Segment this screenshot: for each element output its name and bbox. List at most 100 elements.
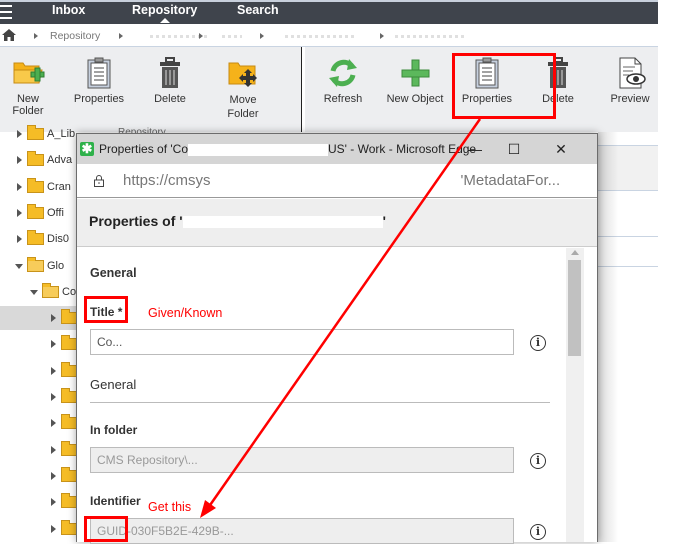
tree-row[interactable]: Adva	[0, 148, 78, 172]
home-icon[interactable]	[2, 29, 16, 41]
properties-label: Properties	[73, 93, 125, 105]
folder-icon	[27, 230, 44, 246]
address-bar[interactable]: https://cmsys 'MetadataFor...	[77, 164, 597, 198]
tree-row[interactable]: Glo	[0, 254, 78, 278]
maximize-button[interactable]: ☐	[504, 139, 524, 159]
tab-search[interactable]: Search	[237, 3, 279, 17]
preview-icon	[613, 57, 647, 89]
in-folder-input[interactable]: CMS Repository\...	[90, 447, 514, 473]
tree-row[interactable]	[0, 517, 78, 541]
preview-label: Preview	[610, 93, 650, 105]
breadcrumb-item-redacted[interactable]	[395, 30, 465, 42]
expand-arrow-icon[interactable]	[51, 340, 56, 349]
expand-arrow-icon[interactable]	[17, 208, 22, 217]
clipboard-icon	[82, 57, 116, 89]
tree-row[interactable]	[0, 411, 78, 435]
refresh-button[interactable]: Refresh	[320, 57, 366, 105]
window-title-bar: ✱ Properties of 'Co US' - Work - Microsof…	[77, 134, 597, 164]
open-folder-icon	[42, 282, 59, 298]
new-folder-icon	[11, 57, 45, 89]
annotation-box-title	[84, 296, 128, 323]
tree-row[interactable]: A_Lib	[0, 122, 78, 146]
expand-arrow-icon[interactable]	[51, 419, 56, 428]
breadcrumb-separator-icon	[34, 33, 38, 39]
close-button[interactable]: ✕	[551, 139, 571, 159]
collapse-arrow-icon[interactable]	[15, 263, 23, 269]
info-icon[interactable]: i	[530, 335, 546, 351]
tree-row[interactable]	[0, 490, 78, 514]
tree-row[interactable]: Cran	[0, 175, 78, 199]
tree-label: Adva	[47, 154, 73, 167]
move-folder-button[interactable]: Move Folder	[216, 57, 270, 121]
tree-row[interactable]: Co	[0, 280, 78, 304]
tree-row[interactable]	[0, 359, 78, 383]
scroll-up-icon[interactable]	[571, 250, 579, 255]
expand-arrow-icon[interactable]	[51, 393, 56, 401]
title-value: Co...	[97, 335, 123, 349]
tree-row[interactable]	[0, 306, 78, 331]
tree-label: A_Lib	[47, 128, 76, 140]
expand-arrow-icon[interactable]	[17, 182, 22, 191]
expand-arrow-icon[interactable]	[17, 235, 22, 244]
properties-button-left[interactable]: Properties	[70, 57, 128, 105]
tree-row[interactable]	[0, 464, 78, 488]
tree-row[interactable]	[0, 385, 78, 409]
expand-arrow-icon[interactable]	[51, 445, 56, 454]
info-icon[interactable]: i	[530, 524, 546, 540]
annotation-get-this: Get this	[148, 500, 192, 514]
tree-row[interactable]: Offi	[0, 201, 78, 225]
in-folder-label: In folder	[90, 423, 138, 437]
in-folder-value: CMS Repository\...	[97, 453, 198, 467]
folder-icon	[27, 177, 44, 193]
breadcrumb-item-redacted[interactable]	[222, 30, 242, 42]
scrollbar-thumb[interactable]	[568, 260, 581, 356]
tab-repository[interactable]: Repository	[132, 3, 197, 23]
hamburger-menu-icon[interactable]	[0, 5, 12, 19]
tab-inbox[interactable]: Inbox	[52, 3, 85, 17]
new-object-button[interactable]: New Object	[385, 57, 445, 105]
breadcrumb-separator-icon	[380, 33, 384, 39]
expand-arrow-icon[interactable]	[17, 156, 22, 165]
tree-row[interactable]	[0, 438, 78, 462]
section-title-general: General	[90, 266, 137, 280]
breadcrumb: Repository	[0, 24, 658, 47]
refresh-label: Refresh	[323, 93, 363, 105]
trash-icon	[153, 57, 187, 89]
expand-arrow-icon[interactable]	[51, 524, 56, 533]
minimize-button[interactable]: —	[465, 139, 485, 159]
app-logo-icon: ✱	[80, 141, 94, 156]
breadcrumb-item-redacted[interactable]	[285, 30, 355, 42]
tree-label: Glo	[47, 259, 65, 272]
preview-button[interactable]: Preview	[607, 57, 653, 105]
info-icon[interactable]: i	[530, 453, 546, 469]
new-folder-button[interactable]: New Folder	[0, 57, 56, 117]
breadcrumb-separator-icon	[260, 33, 264, 39]
plus-icon	[398, 57, 432, 89]
identifier-input[interactable]: GUID-030F5B2E-429B-...	[90, 518, 514, 544]
expand-arrow-icon[interactable]	[51, 314, 56, 323]
expand-arrow-icon[interactable]	[51, 471, 56, 480]
folder-icon	[27, 203, 44, 219]
form-scrollbar[interactable]	[566, 248, 584, 542]
tree-row[interactable]: Dis0	[0, 227, 78, 251]
refresh-icon	[326, 57, 360, 89]
tree-row[interactable]	[0, 332, 78, 356]
folder-icon	[27, 125, 44, 140]
expand-arrow-icon[interactable]	[51, 366, 56, 375]
annotation-box-properties	[452, 53, 556, 119]
folder-ribbon: New Folder Properties Delete Move Folder…	[0, 47, 302, 138]
breadcrumb-separator-icon	[199, 33, 203, 39]
delete-label: Delete	[154, 93, 186, 105]
collapse-arrow-icon[interactable]	[30, 289, 38, 295]
annotation-given-known: Given/Known	[148, 306, 223, 320]
new-folder-label: New Folder	[12, 93, 44, 117]
breadcrumb-item-repository[interactable]: Repository	[50, 30, 100, 42]
expand-arrow-icon[interactable]	[51, 498, 56, 507]
expand-arrow-icon[interactable]	[17, 130, 22, 138]
delete-folder-button[interactable]: Delete	[145, 57, 195, 105]
window-title: Properties of 'Co US' - Work - Microsoft …	[99, 142, 477, 156]
url-text: https://cmsys 'MetadataFor...	[123, 172, 561, 189]
title-input[interactable]: Co...	[90, 329, 514, 355]
lock-icon	[94, 175, 104, 187]
tree-label: Offi	[47, 206, 64, 219]
